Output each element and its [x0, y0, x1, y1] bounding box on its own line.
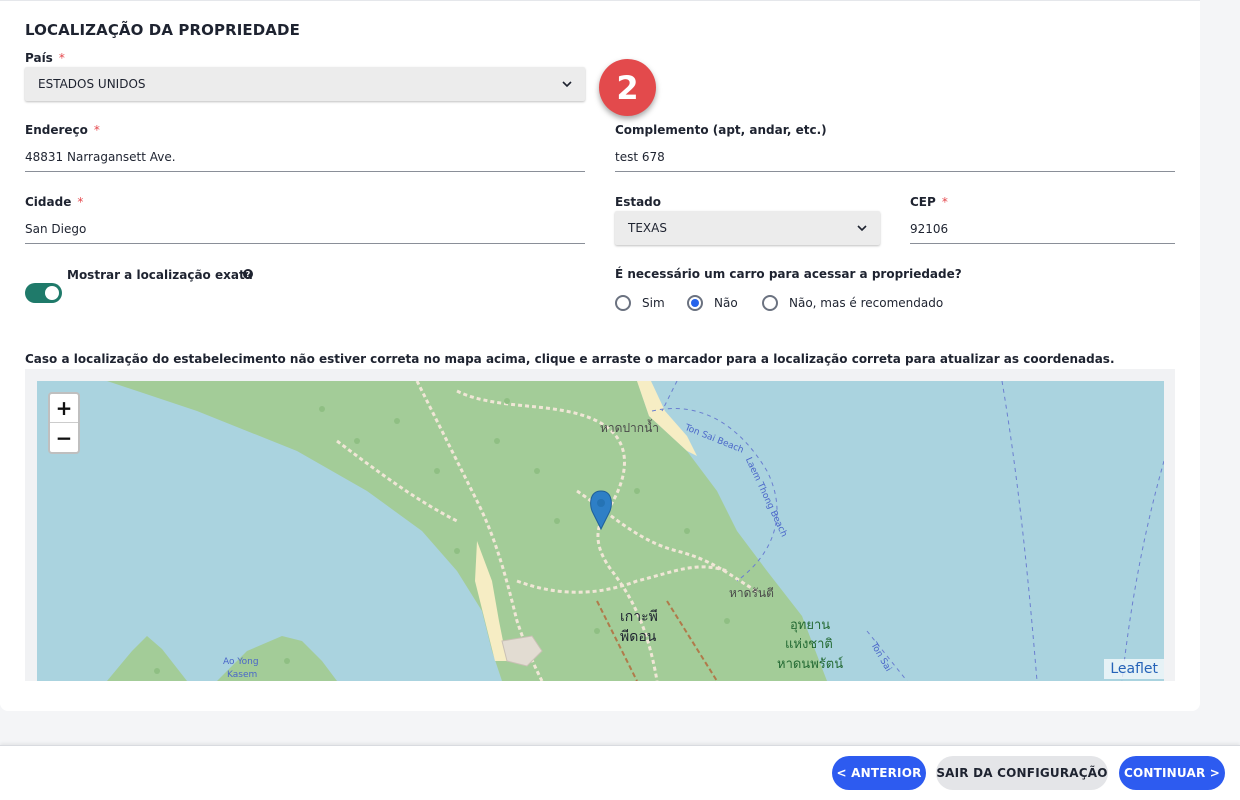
- map-caption: Caso a localização do estabelecimento nã…: [25, 352, 1115, 366]
- section-title: LOCALIZAÇÃO DA PROPRIEDADE: [25, 21, 300, 39]
- required-marker: *: [93, 123, 100, 137]
- help-icon[interactable]: ?: [243, 269, 253, 279]
- zoom-out-button[interactable]: −: [50, 423, 78, 452]
- state-select[interactable]: TEXAS: [615, 211, 880, 245]
- address-field[interactable]: 48831 Narragansett Ave.: [25, 142, 585, 172]
- radio-circle-selected: [687, 295, 703, 311]
- chevron-down-icon: [562, 81, 572, 88]
- country-select[interactable]: ESTADOS UNIDOS: [25, 67, 585, 101]
- complement-label: Complemento (apt, andar, etc.): [615, 123, 827, 137]
- zip-label: CEP *: [910, 195, 948, 209]
- radio-label: Não: [714, 296, 738, 310]
- country-label: País *: [25, 51, 65, 65]
- chevron-down-icon: [857, 225, 867, 232]
- radio-circle: [762, 295, 778, 311]
- exact-location-label: Mostrar a localização exata: [67, 268, 253, 282]
- radio-circle: [615, 295, 631, 311]
- zip-field[interactable]: 92106: [910, 214, 1175, 244]
- toggle-knob: [45, 286, 59, 300]
- map-label: แห่งชาติ: [785, 637, 833, 652]
- car-question-label: É necessário um carro para acessar a pro…: [615, 267, 962, 281]
- zoom-in-button[interactable]: +: [50, 394, 78, 423]
- map-label: หาดนพรัตน์: [777, 657, 844, 672]
- city-label: Cidade *: [25, 195, 84, 209]
- step-badge: 2: [599, 59, 656, 116]
- radio-label: Sim: [642, 296, 665, 310]
- radio-label: Não, mas é recomendado: [789, 296, 944, 310]
- continue-button[interactable]: CONTINUAR >: [1119, 756, 1225, 790]
- map[interactable]: หาดปากน้ำ Ton Sai Beach Laem Thong Beach…: [37, 381, 1164, 681]
- state-label: Estado: [615, 195, 662, 209]
- exit-setup-button[interactable]: SAIR DA CONFIGURAÇÃO: [936, 756, 1108, 790]
- map-label: เกาะพี: [620, 609, 658, 625]
- radio-sim[interactable]: Sim: [615, 295, 665, 311]
- city-field[interactable]: San Diego: [25, 214, 585, 244]
- required-marker: *: [77, 195, 84, 209]
- exact-location-toggle[interactable]: [25, 283, 62, 303]
- map-attribution-link[interactable]: Leaflet: [1104, 659, 1164, 679]
- map-label: Kasem: [227, 670, 258, 680]
- map-label: หาดรันตี: [729, 586, 774, 600]
- previous-button[interactable]: < ANTERIOR: [832, 756, 926, 790]
- map-label: อุทยาน: [790, 618, 831, 633]
- radio-nao-recomendado[interactable]: Não, mas é recomendado: [762, 295, 943, 311]
- state-value: TEXAS: [628, 221, 667, 235]
- address-label: Endereço *: [25, 123, 100, 137]
- map-label: หาดปากน้ำ: [600, 421, 660, 435]
- required-marker: *: [58, 51, 65, 65]
- zoom-control: + −: [48, 392, 80, 454]
- map-label: พีดอน: [620, 629, 657, 645]
- complement-field[interactable]: test 678: [615, 142, 1175, 172]
- country-value: ESTADOS UNIDOS: [38, 77, 146, 91]
- required-marker: *: [941, 195, 948, 209]
- map-label: Ao Yong: [223, 657, 259, 667]
- radio-nao[interactable]: Não: [687, 295, 738, 311]
